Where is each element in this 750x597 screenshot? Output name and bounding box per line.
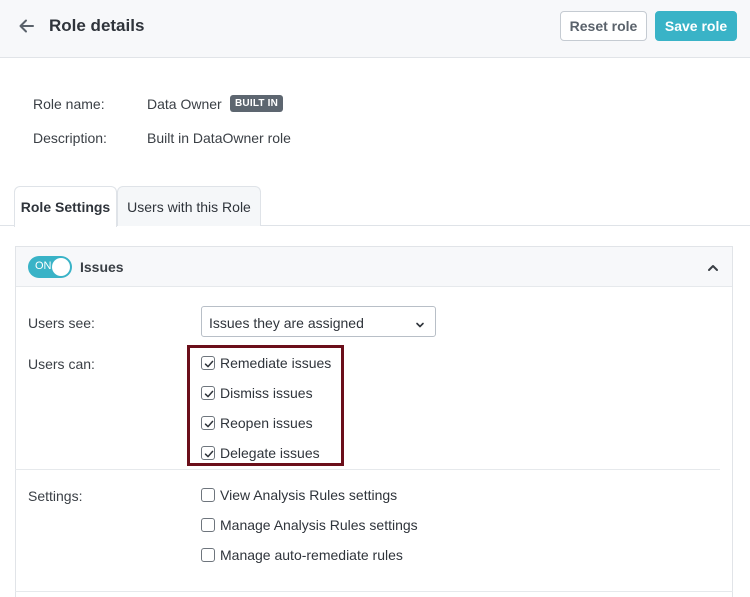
toggle-knob	[52, 258, 70, 276]
checkbox-label: Delegate issues	[220, 445, 320, 461]
users-can-label: Users can:	[28, 356, 95, 372]
section-title: Issues	[80, 259, 124, 275]
dismiss-issues-checkbox-row[interactable]: Dismiss issues	[201, 385, 313, 401]
checkbox-label: Remediate issues	[220, 355, 332, 371]
issues-panel-header[interactable]: ON Issues	[16, 247, 732, 287]
manage-analysis-rules-checkbox-row[interactable]: Manage Analysis Rules settings	[201, 517, 418, 533]
users-see-value: Issues they are assigned	[209, 315, 364, 331]
remediate-issues-checkbox-row[interactable]: Remediate issues	[201, 355, 331, 371]
checkbox-label: View Analysis Rules settings	[220, 487, 398, 503]
built-in-badge: BUILT IN	[230, 95, 284, 112]
manage-auto-remediate-checkbox-row[interactable]: Manage auto-remediate rules	[201, 547, 403, 563]
issues-panel: ON Issues	[15, 246, 733, 597]
checkbox-checked[interactable]	[201, 386, 215, 400]
users-see-select[interactable]: Issues they are assigned	[201, 306, 436, 337]
checkbox-label: Dismiss issues	[220, 385, 313, 401]
checkbox-unchecked[interactable]	[201, 488, 215, 502]
description-value: Built in DataOwner role	[147, 130, 291, 146]
toggle-label: ON	[35, 260, 52, 272]
checkbox-checked[interactable]	[201, 416, 215, 430]
checkbox-unchecked[interactable]	[201, 518, 215, 532]
issues-toggle[interactable]: ON	[28, 256, 72, 278]
checkbox-unchecked[interactable]	[201, 548, 215, 562]
top-bar: Role details Reset role Save role	[0, 0, 750, 58]
section-divider	[15, 469, 720, 470]
role-name-value: Data Owner	[147, 96, 222, 112]
tab-role-settings[interactable]: Role Settings	[14, 186, 117, 227]
chevron-up-icon[interactable]	[706, 261, 720, 273]
reopen-issues-checkbox-row[interactable]: Reopen issues	[201, 415, 313, 431]
page-title: Role details	[49, 16, 145, 35]
arrow-left-icon[interactable]	[16, 15, 38, 37]
role-name-label: Role name:	[33, 96, 105, 112]
checkbox-checked[interactable]	[201, 356, 215, 370]
checkbox-label: Manage auto-remediate rules	[220, 547, 403, 563]
description-label: Description:	[33, 130, 107, 146]
users-see-label: Users see:	[28, 315, 95, 331]
delegate-issues-checkbox-row[interactable]: Delegate issues	[201, 445, 320, 461]
settings-label: Settings:	[28, 488, 83, 504]
checkbox-label: Manage Analysis Rules settings	[220, 517, 418, 533]
checkbox-checked[interactable]	[201, 446, 215, 460]
view-analysis-rules-checkbox-row[interactable]: View Analysis Rules settings	[201, 487, 397, 503]
save-role-button[interactable]: Save role	[655, 11, 737, 41]
tab-users-with-role[interactable]: Users with this Role	[117, 186, 261, 226]
reset-role-button[interactable]: Reset role	[560, 11, 647, 41]
checkbox-label: Reopen issues	[220, 415, 313, 431]
panel-bottom-divider	[15, 591, 733, 592]
chevron-down-icon	[415, 317, 425, 328]
